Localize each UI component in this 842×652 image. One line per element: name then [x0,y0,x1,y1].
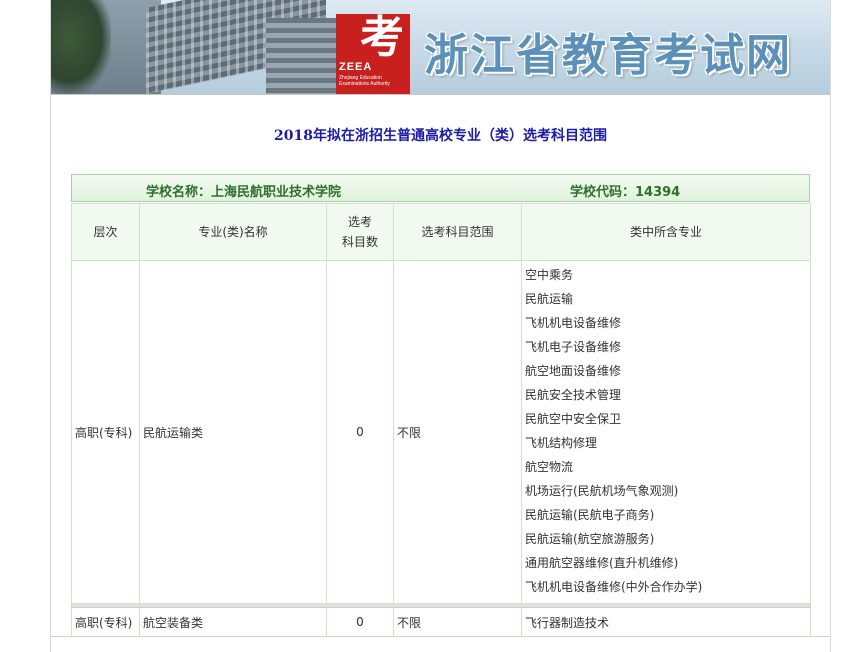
header-range: 选考科目范围 [393,203,522,261]
list-item: 民航空中安全保卫 [525,412,622,426]
list-item: 空中乘务 [525,268,574,282]
list-item: 民航运输(民航电子商务) [525,508,655,522]
page-bottom-divider [51,636,830,637]
list-item: 飞机机电设备维修 [525,316,622,330]
table-header-row: 层次 专业(类)名称 选考 科目数 选考科目范围 类中所含专业 [71,203,811,261]
school-info-bar: 学校名称：上海民航职业技术学院 学校代码：14394 [71,174,810,202]
cell-count: 0 [326,607,394,637]
list-item: 飞机结构修理 [525,436,598,450]
banner-building-side [266,18,336,94]
cell-major: 航空装备类 [139,607,327,637]
list-item: 民航运输(航空旅游服务) [525,532,655,546]
logo-subtext: Zhejiang Education Examinations Authorit… [339,75,390,87]
cell-range: 不限 [393,260,522,604]
logo-text: ZEEA [339,61,373,73]
cell-included: 空中乘务 民航运输 飞机机电设备维修 飞机电子设备维修 航空地面设备维修 民航安… [521,260,811,604]
list-item: 飞机机电设备维修(中外合作办学) [525,580,703,594]
banner-tree [51,0,111,94]
list-item: 飞机电子设备维修 [525,340,622,354]
cell-level: 高职(专科) [71,260,140,604]
list-item: 航空地面设备维修 [525,364,622,378]
table-row: 高职(专科) 航空装备类 0 不限 飞行器制造技术 [71,607,811,637]
school-code: 学校代码：14394 [570,185,681,200]
site-banner: 考 ZEEA Zhejiang Education Examinations A… [51,0,830,95]
included-majors-list: 空中乘务 民航运输 飞机机电设备维修 飞机电子设备维修 航空地面设备维修 民航安… [525,261,807,603]
header-count-line1: 选考 [347,215,372,229]
header-level: 层次 [71,203,140,261]
list-item: 通用航空器维修(直升机维修) [525,556,679,570]
page-container: 考 ZEEA Zhejiang Education Examinations A… [50,0,831,652]
list-item: 民航安全技术管理 [525,388,622,402]
list-item: 机场运行(民航机场气象观测) [525,484,679,498]
zeea-logo[interactable]: 考 ZEEA Zhejiang Education Examinations A… [336,14,410,94]
logo-glyph: 考 [360,12,404,63]
site-title: 浙江省教育考试网 [424,30,792,81]
cell-count: 0 [326,260,394,604]
list-item: 航空物流 [525,460,574,474]
cell-major: 民航运输类 [139,260,327,604]
school-name: 学校名称：上海民航职业技术学院 [146,185,342,200]
header-count-line2: 科目数 [341,235,378,249]
subjects-table: 层次 专业(类)名称 选考 科目数 选考科目范围 类中所含专业 高职(专科) 民… [71,203,811,637]
list-item: 民航运输 [525,292,574,306]
cell-level: 高职(专科) [71,607,140,637]
table-row: 高职(专科) 民航运输类 0 不限 空中乘务 民航运输 飞机机电设备维修 飞机电… [71,260,811,604]
header-count: 选考 科目数 [326,203,394,261]
header-major: 专业(类)名称 [139,203,327,261]
page-title: 2018年拟在浙招生普通高校专业（类）选考科目范围 [274,128,607,144]
header-included: 类中所含专业 [521,203,811,261]
cell-included: 飞行器制造技术 [521,607,811,637]
cell-range: 不限 [393,607,522,637]
